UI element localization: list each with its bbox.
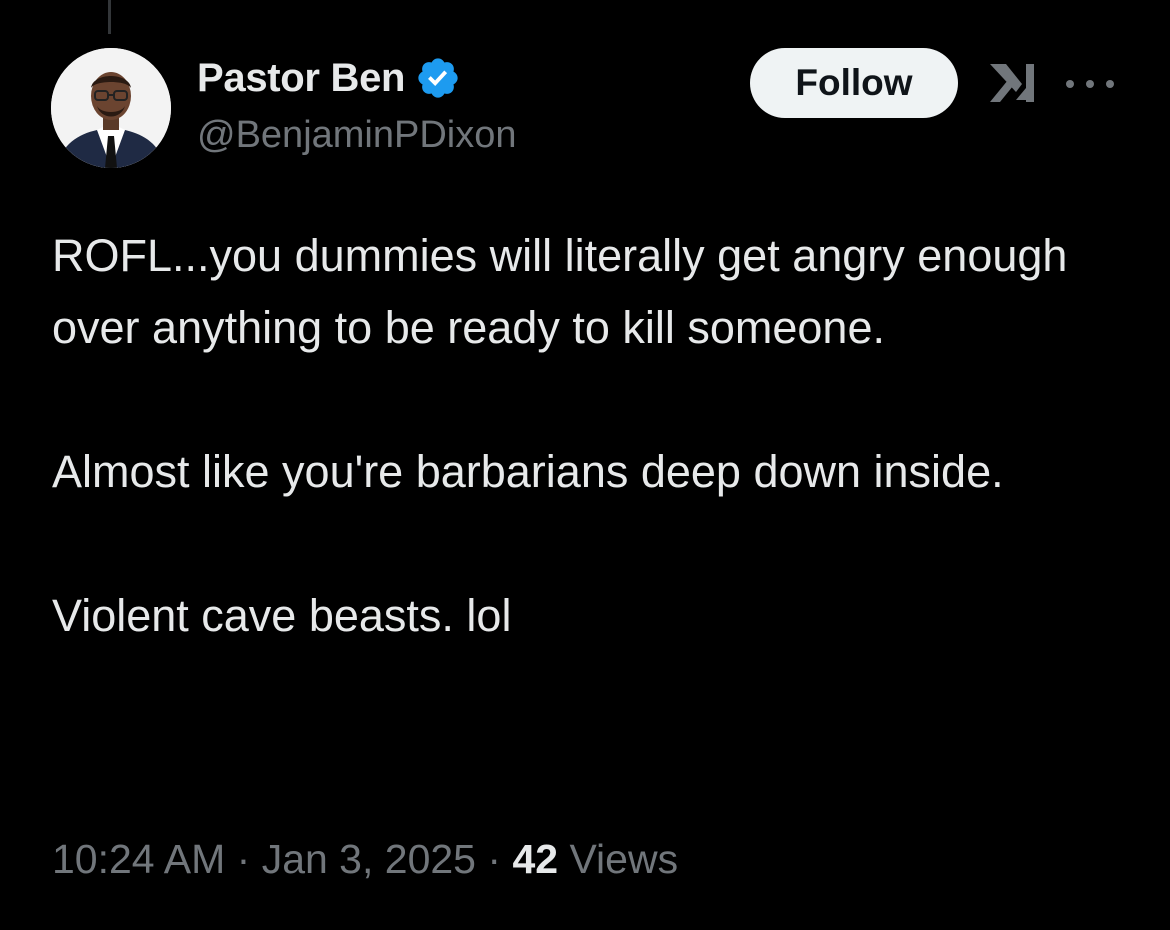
views-label: Views xyxy=(569,836,679,882)
avatar-portrait xyxy=(51,48,171,168)
verified-badge-icon[interactable] xyxy=(415,55,461,101)
avatar[interactable] xyxy=(51,48,171,168)
more-dot xyxy=(1106,80,1114,88)
tweet-text: ROFL...you dummies will literally get an… xyxy=(52,220,1112,652)
tweet-time[interactable]: 10:24 AM xyxy=(52,836,225,882)
tweet-date[interactable]: Jan 3, 2025 xyxy=(262,836,476,882)
tweet-paragraph: Almost like you're barbarians deep down … xyxy=(52,446,1004,497)
author-name-row: Pastor Ben xyxy=(197,54,461,102)
views-count: 42 xyxy=(512,836,570,882)
more-dot xyxy=(1086,80,1094,88)
tweet-paragraph: Violent cave beasts. lol xyxy=(52,590,512,641)
author-handle[interactable]: @BenjaminPDixon xyxy=(197,114,517,157)
meta-separator: · xyxy=(487,836,513,882)
more-options-icon[interactable] xyxy=(1066,64,1114,104)
meta-separator: · xyxy=(236,836,262,882)
tweet-meta: 10:24 AM · Jan 3, 2025 · 42 Views xyxy=(52,836,678,883)
author-display-name[interactable]: Pastor Ben xyxy=(197,56,405,101)
tweet-paragraph: ROFL...you dummies will literally get an… xyxy=(52,230,1068,353)
thread-connector-line xyxy=(108,0,111,34)
grok-icon[interactable] xyxy=(986,60,1038,106)
follow-button[interactable]: Follow xyxy=(750,48,958,118)
more-dot xyxy=(1066,80,1074,88)
